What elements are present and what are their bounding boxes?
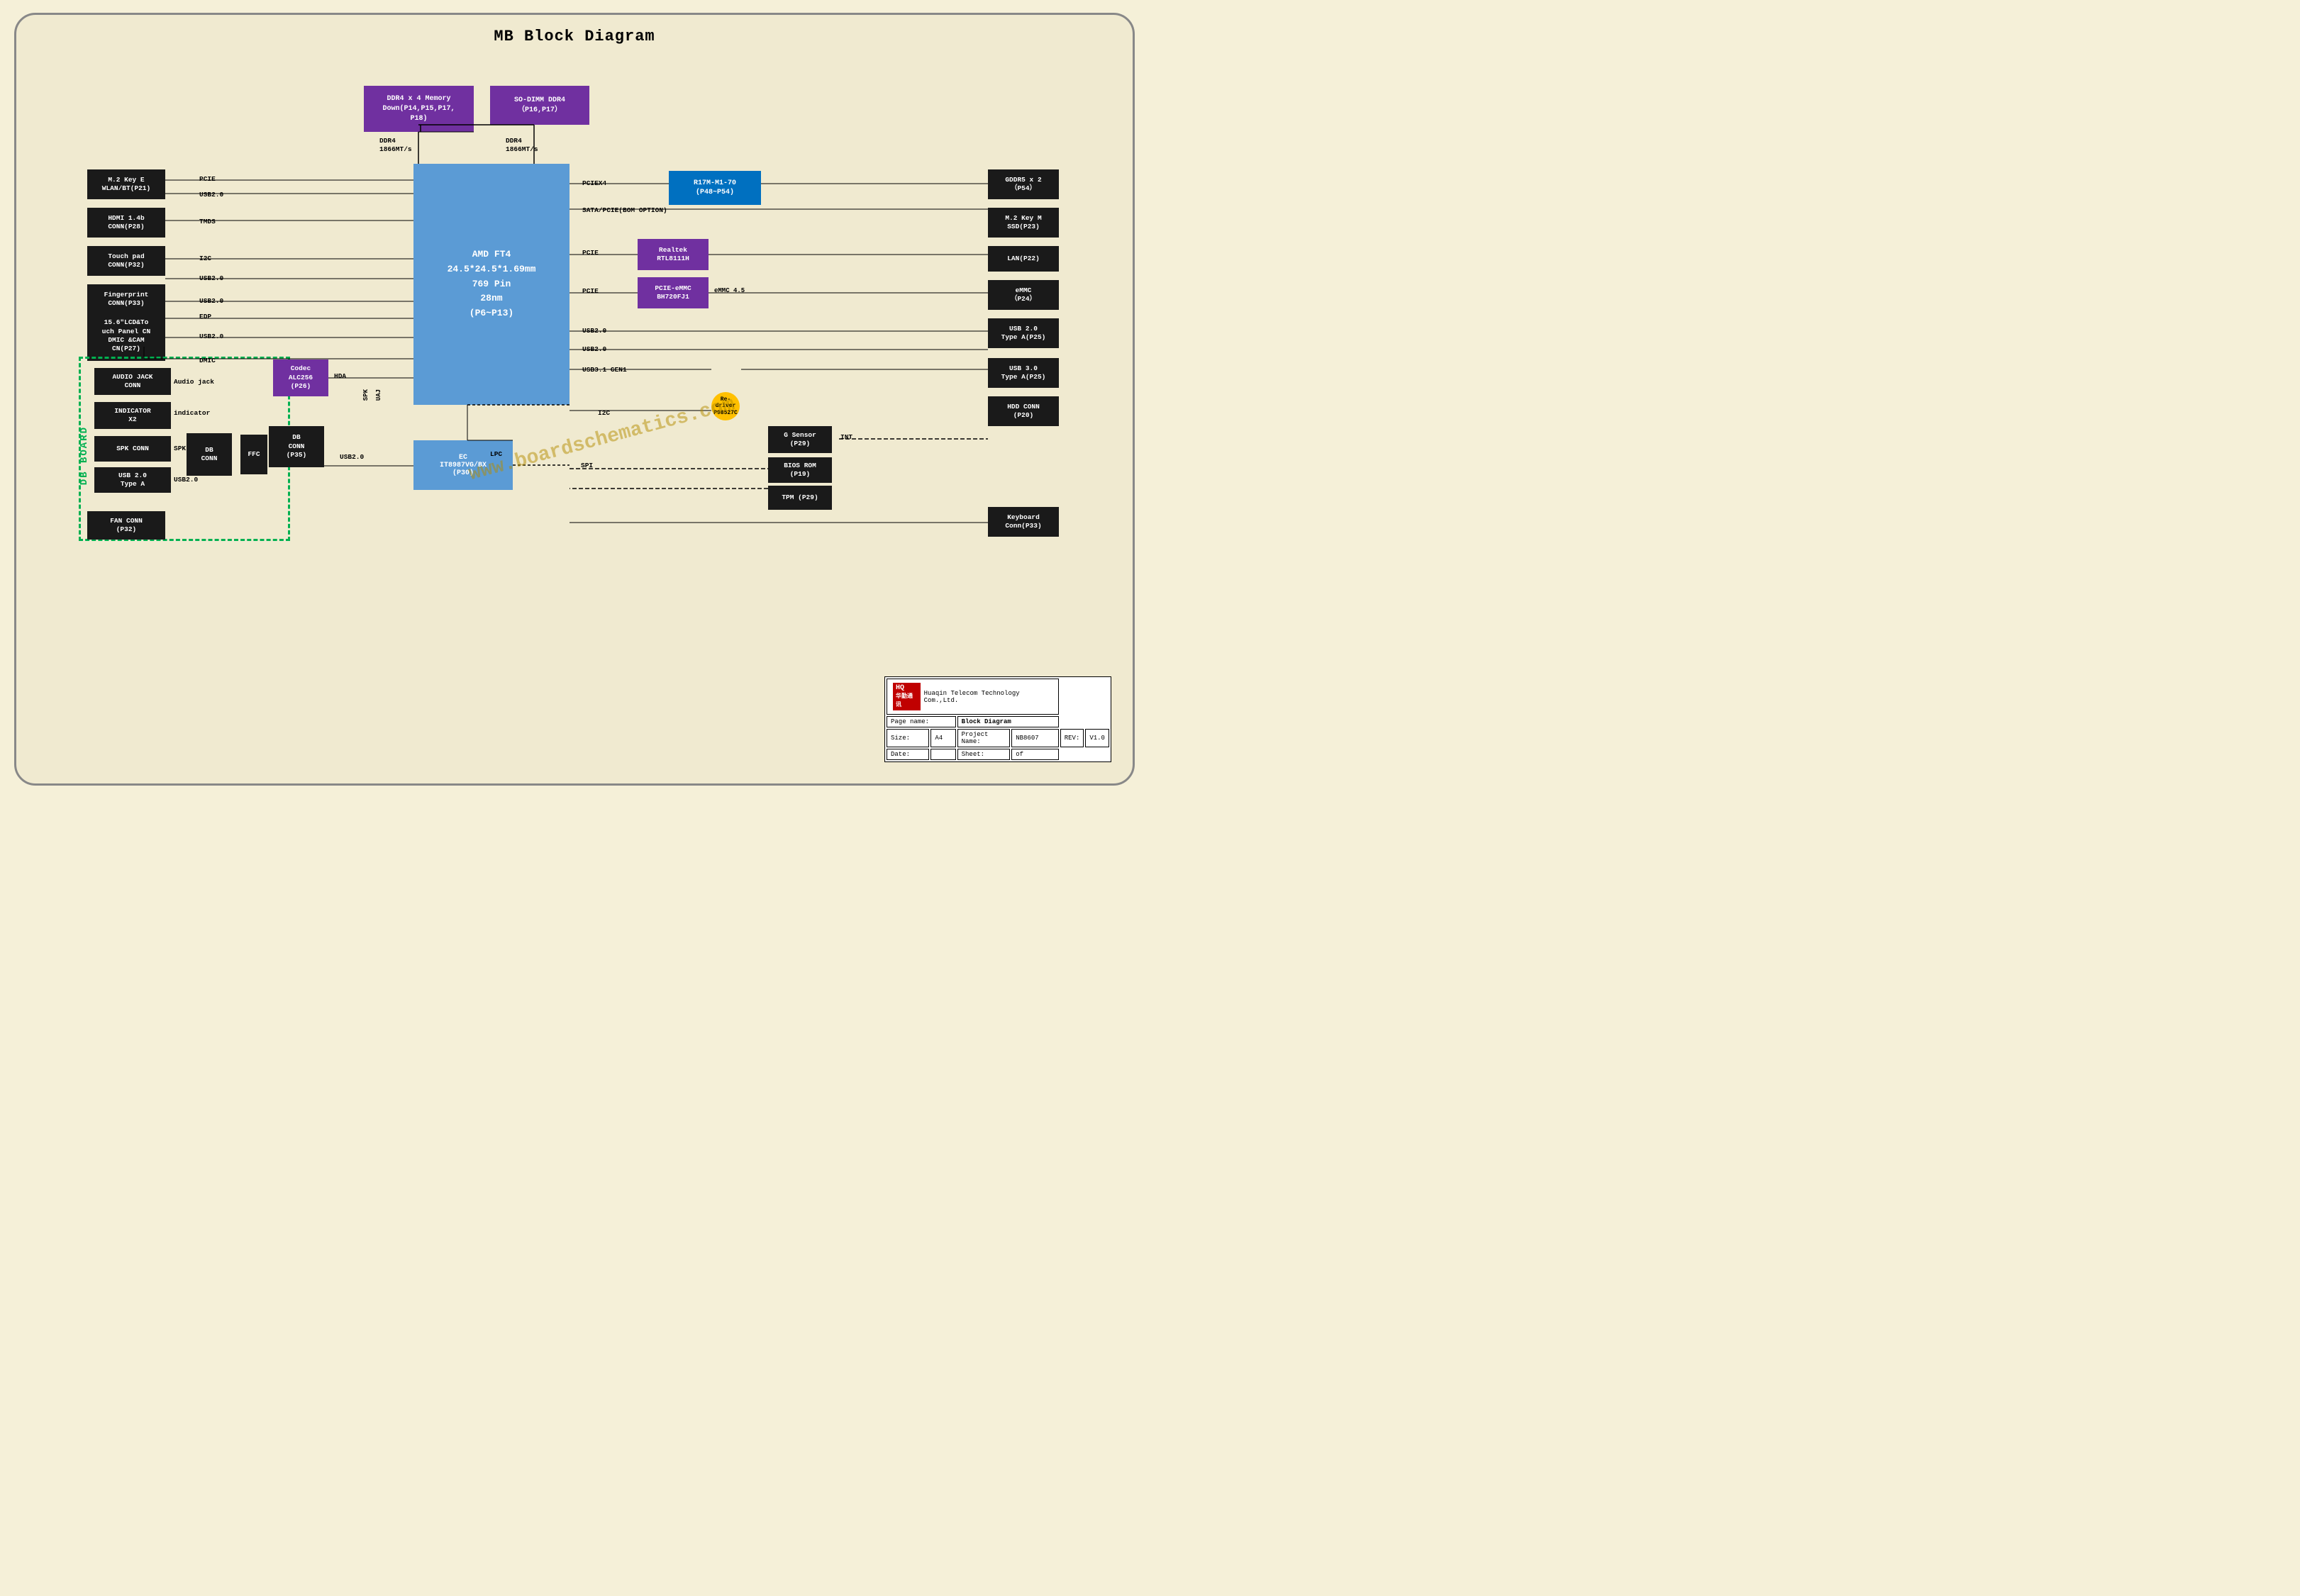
codec-box: CodecALC256(P26) (273, 359, 328, 396)
keyboard-conn-box: KeyboardConn(P33) (988, 507, 1059, 537)
ddr4-speed-left: 1866MT/s (379, 145, 412, 153)
m2-ssd-box: M.2 Key MSSD(P23) (988, 208, 1059, 238)
rev-label: REV: (1060, 729, 1084, 747)
usb20-3-label: USB2.0 (199, 297, 223, 305)
ddr4-label-right: DDR4 (506, 137, 522, 145)
usb30-typea-box: USB 3.0Type A(P25) (988, 358, 1059, 388)
page-name-value: Block Diagram (957, 716, 1059, 727)
usb20-4-label: USB2.0 (199, 333, 223, 340)
i2c-label: I2C (199, 255, 211, 262)
usb20-r2-label: USB2.0 (582, 345, 606, 353)
lpc-label: LPC (490, 450, 502, 458)
lcd-touch-box: 15.6"LCD&Touch Panel CNDMIC &CAMCN(P27) (87, 311, 165, 361)
hdd-conn-box: HDD CONN(P20) (988, 396, 1059, 426)
fan-conn-box: FAN CONN(P32) (87, 511, 165, 540)
edp-label: EDP (199, 313, 211, 320)
pcie-emmc-box: PCIE-eMMCBH720FJ1 (638, 277, 709, 308)
bios-rom-box: BIOS ROM(P19) (768, 457, 832, 483)
pciex4-label: PCIEX4 (582, 179, 606, 187)
pcie-label: PCIE (199, 175, 216, 183)
info-table: HQ华勤通讯 Huaqin Telecom Technology Com.,Lt… (884, 676, 1111, 762)
lan-box: LAN(P22) (988, 246, 1059, 272)
audio-jack-sig-label: Audio jack (174, 378, 214, 386)
uaj-label: UAJ (375, 389, 382, 401)
emmc45-label: eMMC 4.5 (714, 287, 745, 294)
usb20-1-label: USB2.0 (199, 191, 223, 199)
audio-jack-box: AUDIO JACKCONN (94, 368, 171, 395)
sodimm-ddr4-box: SO-DIMM DDR4 （P16,P17） (490, 86, 589, 125)
usb20-2-label: USB2.0 (199, 274, 223, 282)
db-board-label: DB BOARD (79, 426, 90, 485)
db-conn-p35-box: DBCONN(P35) (269, 426, 324, 467)
ffc-box: FFC (240, 435, 267, 474)
size-value: A4 (930, 729, 955, 747)
r17m-box: R17M-M1-70(P48~P54) (669, 171, 761, 205)
pcie-emmc-sig-label: PCIE (582, 287, 599, 295)
touchpad-box: Touch padCONN(P32) (87, 246, 165, 276)
int-label: INT (840, 433, 852, 441)
usb20-5-label: USB2.0 (340, 453, 364, 461)
spi-label: SPI (581, 462, 593, 469)
project-value: NB8607 (1011, 729, 1059, 747)
rev-value: V1.0 (1085, 729, 1109, 747)
ddr4-memory-box: DDR4 x 4 Memory Down(P14,P15,P17, P18) (364, 86, 474, 132)
tpm-box: TPM (P29) (768, 486, 832, 510)
realtek-box: RealtekRTL8111H (638, 239, 709, 270)
usb20-db-label: USB2.0 (174, 476, 198, 484)
usb31-label: USB3.1 GEN1 (582, 366, 627, 374)
usb20-typea-box: USB 2.0Type A(P25) (988, 318, 1059, 348)
emmc-box: eMMC（P24） (988, 280, 1059, 310)
company-name: Huaqin Telecom Technology Com.,Ltd. (924, 690, 1052, 704)
db-conn-box: DBCONN (187, 433, 232, 476)
page-name-label: Page name: (887, 716, 956, 727)
company-logo: HQ华勤通讯 (893, 683, 921, 710)
date-label: Date: (887, 749, 929, 760)
sata-pcie-label: SATA/PCIE(BOM OPTION) (582, 206, 667, 214)
re-driver-circle: Re-driverP98527C (711, 392, 740, 420)
main-container: MB Block Diagram DDR4 x 4 Memory Down(P1… (14, 13, 1135, 786)
spk-sig-label: SPK (174, 445, 186, 452)
fingerprint-box: FingerprintCONN(P33) (87, 284, 165, 314)
tmds-label: TMDS (199, 218, 216, 225)
indicator-box: INDICATORX2 (94, 402, 171, 429)
hdmi-box: HDMI 1.4bCONN(P28) (87, 208, 165, 238)
spk-conn-box: SPK CONN (94, 436, 171, 462)
pcie-r-label: PCIE (582, 249, 599, 257)
g-sensor-box: G Sensor(P29) (768, 426, 832, 453)
hda-label: HDA (334, 372, 346, 380)
usb20-r1-label: USB2.0 (582, 327, 606, 335)
gddr5-box: GDDR5 x 2（P54） (988, 169, 1059, 199)
i2c-r-label: I2C (598, 409, 610, 417)
sheet-label: Sheet: (957, 749, 1011, 760)
dmic-label: DMIC (199, 357, 216, 364)
project-label: Project Name: (957, 729, 1011, 747)
size-label: Size: (887, 729, 929, 747)
page-title: MB Block Diagram (16, 15, 1133, 45)
ddr4-label-left: DDR4 (379, 137, 396, 145)
cpu-block: AMD FT4 24.5*24.5*1.69mm 769 Pin 28nm (P… (413, 164, 570, 405)
of-label: of (1011, 749, 1059, 760)
indicator-sig-label: indicator (174, 409, 210, 417)
usb-typea-db-box: USB 2.0Type A (94, 467, 171, 493)
m2-wlan-box: M.2 Key EWLAN/BT(P21) (87, 169, 165, 199)
ddr4-speed-right: 1866MT/s (506, 145, 538, 153)
ec-block: EC IT8987VG/BX (P30) (413, 440, 513, 490)
spk-label: SPK (362, 389, 370, 401)
